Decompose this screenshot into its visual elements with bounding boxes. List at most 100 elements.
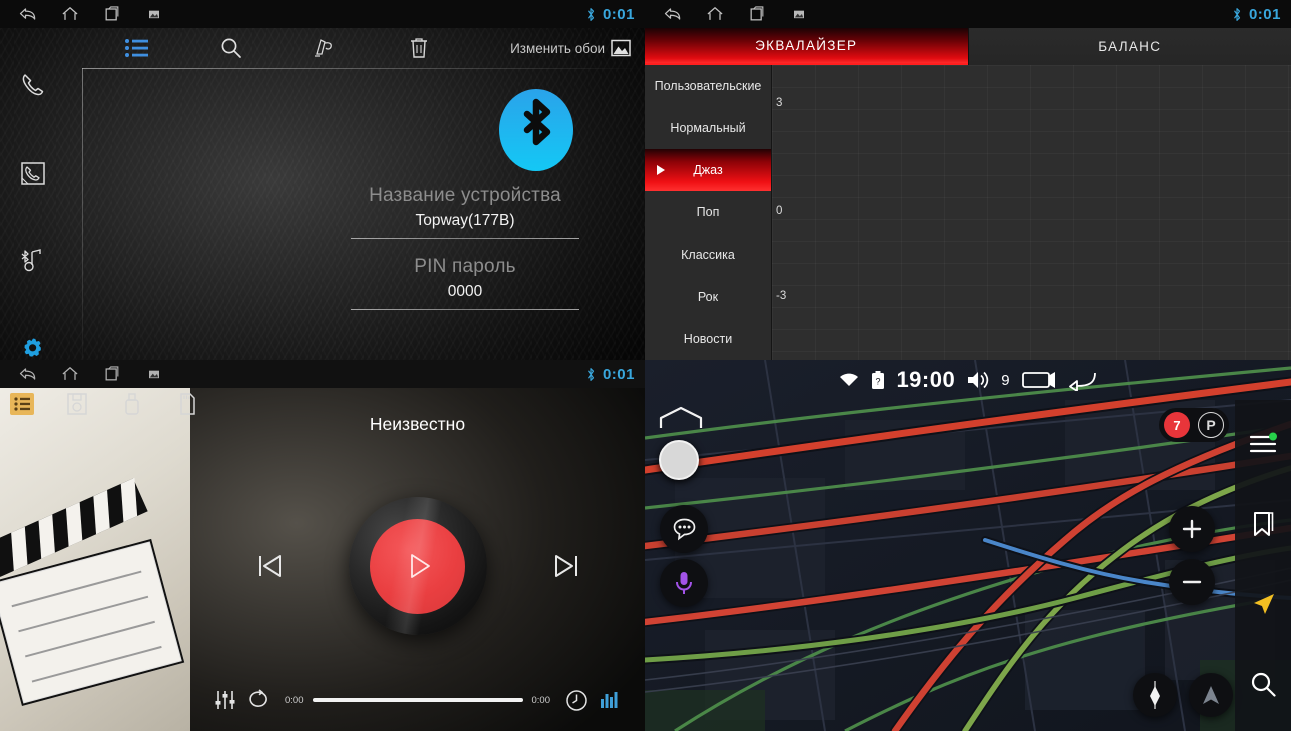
back-icon[interactable] [18,364,38,384]
eq-tab-bar: ЭКВАЛАЙЗЕР БАЛАНС [645,28,1291,65]
seek-bar[interactable] [312,698,523,702]
search-button[interactable] [1245,666,1281,702]
compass-icon [1150,681,1160,709]
back-icon[interactable] [663,4,683,24]
back-icon[interactable] [1068,369,1098,391]
trash-icon [411,38,427,58]
source-tabs [8,390,201,418]
volume-value: 9 [1001,371,1010,389]
bt-device-form: Название устройства Topway(177B) PIN пар… [300,185,630,327]
equalizer-panel: 0:01 ЭКВАЛАЙЗЕР БАЛАНС Пользовательские Н… [645,0,1291,360]
volume-icon[interactable] [966,369,990,391]
search-icon [1251,672,1276,697]
sidebar-item-bluetooth-music[interactable] [16,246,50,276]
footer-repeat-button[interactable] [242,689,276,711]
eq-preset-item[interactable]: Поп [645,191,771,233]
toolbar-search[interactable] [184,36,278,60]
eq-body: Пользовательские Нормальный Джаз Поп Классик… [645,65,1291,360]
media-player-panel: 0:01 Неизвестно 0:00 0:00 [0,360,645,731]
navigation-arrow-icon [1254,594,1274,614]
sidebar-item-call-log[interactable] [16,158,50,188]
tab-equalizer[interactable]: ЭКВАЛАЙЗЕР [645,28,968,65]
source-playlist[interactable] [8,390,36,418]
map-home-marker[interactable] [659,406,703,430]
device-name-underline [351,238,579,239]
eq-preset-item[interactable]: Классика [645,234,771,276]
list-icon [125,39,148,57]
sidebar-item-dial-pad[interactable] [16,70,50,100]
bt-side-nav [0,28,66,360]
toolbar-delete[interactable] [372,36,466,60]
navigation-map-panel: ? 19:00 9 7 P [645,360,1291,731]
bookmarks-button[interactable] [1245,506,1281,542]
map-drag-puck[interactable] [659,440,699,480]
zoom-out-button[interactable] [1169,559,1215,605]
list-icon [10,393,34,415]
bluetooth-icon [587,367,595,381]
player-footer: 0:00 0:00 [190,683,645,717]
bluetooth-icon [1233,7,1241,21]
eq-preset-item[interactable]: Пользовательские [645,65,771,107]
eq-preset-item[interactable]: Новости [645,318,771,360]
recents-icon[interactable] [747,4,767,24]
screenshot-root: 0:01 Изменить обои Название устройства T… [0,0,1291,731]
home-icon[interactable] [60,364,80,384]
toolbar-contacts-list[interactable] [90,38,184,58]
previous-track-icon[interactable] [253,549,287,583]
eq-preset-item[interactable]: Рок [645,276,771,318]
pin-value[interactable]: 0000 [448,283,482,301]
messages-button[interactable] [660,505,708,553]
gear-icon [24,338,41,357]
voice-search-button[interactable] [660,559,708,607]
home-icon[interactable] [705,4,725,24]
recents-icon[interactable] [102,4,122,24]
image-icon [611,39,631,57]
change-wallpaper-button[interactable]: Изменить обои [510,39,637,57]
menu-button[interactable] [1245,426,1281,462]
screenshot-icon[interactable] [144,4,164,24]
bookmark-icon [1254,512,1274,536]
compass-button[interactable] [1133,673,1177,717]
microphone-icon [676,572,692,594]
screenshot-icon[interactable] [144,364,164,384]
footer-visualizer-button[interactable] [593,690,627,710]
source-sdcard[interactable] [173,390,201,418]
device-name-label: Название устройства [369,185,561,206]
battery-icon: ? [872,371,885,389]
footer-equalizer-button[interactable] [208,689,242,711]
traffic-badge[interactable]: 7 [1164,412,1190,438]
source-usb[interactable] [118,390,146,418]
sidebar-item-settings[interactable] [16,334,50,360]
eq-scale-mid: 0 [776,205,783,217]
repeat-icon [249,689,267,707]
parking-button[interactable]: P [1198,412,1224,438]
recenter-button[interactable] [1189,673,1233,717]
footer-sleep-timer-button[interactable] [559,689,593,712]
eq-preset-item[interactable]: Джаз [645,149,771,192]
sidebar-divider [82,68,83,360]
tab-balance[interactable]: БАЛАНС [967,28,1291,65]
recents-icon[interactable] [1021,369,1057,391]
map-side-rail [1235,400,1291,731]
zoom-in-button[interactable] [1169,506,1215,552]
play-button[interactable] [348,497,487,635]
route-button[interactable] [1245,586,1281,622]
pin-label: PIN пароль [414,256,516,277]
sleep-timer-icon [565,689,587,711]
back-icon[interactable] [18,4,38,24]
source-disk[interactable] [63,390,91,418]
sliders-icon [215,691,235,709]
toolbar-sync-contacts[interactable] [278,36,372,60]
disc-sheen [348,497,487,635]
wifi-icon [840,373,859,386]
eq-scale: 3 0 -3 [776,65,798,360]
recents-icon[interactable] [102,364,122,384]
eq-band-container [798,65,1289,360]
device-name-value[interactable]: Topway(177B) [415,212,514,230]
eq-preset-item[interactable]: Нормальный [645,107,771,149]
home-icon[interactable] [60,4,80,24]
next-track-icon[interactable] [549,549,583,583]
map-clock-label: 19:00 [896,367,956,392]
selected-caret-icon [657,165,665,176]
screenshot-icon[interactable] [789,4,809,24]
